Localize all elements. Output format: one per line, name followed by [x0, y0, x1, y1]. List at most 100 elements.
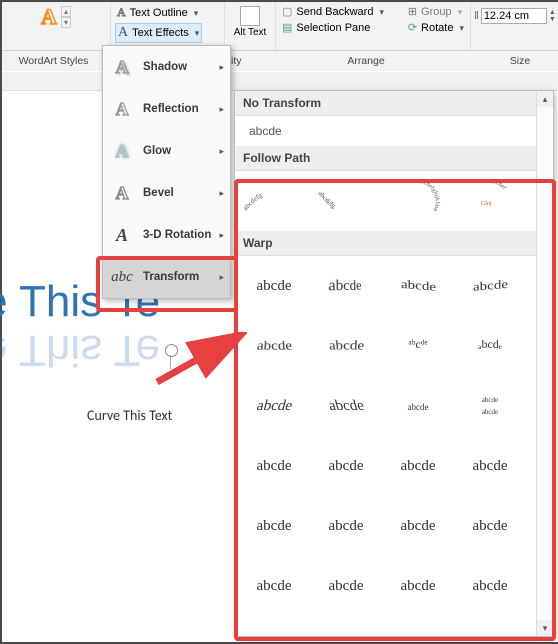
menu-shadow[interactable]: A Shadow ▸ — [103, 46, 230, 88]
ruler-horizontal — [2, 72, 558, 91]
text-outline-icon: A — [117, 5, 126, 20]
svg-text:abcde: abcde — [482, 396, 498, 404]
gallery-item-warp[interactable]: abcde — [385, 380, 451, 432]
svg-text:ₐbcdₑ: ₐbcdₑ — [478, 337, 502, 351]
svg-text:abcdef: abcdef — [490, 179, 508, 191]
spinner-up-icon[interactable]: ▲ — [549, 9, 556, 16]
group-icon: ⊞ — [408, 5, 417, 18]
gallery-scrollbar[interactable]: ▴ ▾ — [536, 91, 553, 636]
menu-transform[interactable]: abc Transform ▸ — [103, 256, 230, 298]
gallery-item-warp[interactable]: abcde — [385, 260, 451, 312]
gallery-item-warp[interactable]: abcde — [385, 500, 451, 552]
gallery-item-warp[interactable]: ₐbcdₑ — [457, 320, 523, 372]
svg-text:abcde: abcde — [482, 408, 498, 416]
svg-text:abcdefg: abcdefg — [244, 191, 264, 212]
gallery-item-warp[interactable]: abcde — [385, 560, 451, 612]
gallery-item-follow-path[interactable]: abcdefg — [313, 175, 379, 227]
gallery-item-warp[interactable]: abcde — [313, 320, 379, 372]
selection-pane-icon: ▤ — [282, 21, 292, 34]
gallery-item-warp[interactable]: abcde — [241, 320, 307, 372]
svg-text:abcde: abcde — [408, 402, 429, 412]
submenu-arrow-icon: ▸ — [219, 230, 224, 241]
transform-gallery: No Transform abcde Follow Path abcdefg a… — [234, 90, 554, 637]
scroll-track[interactable] — [537, 107, 553, 620]
gallery-item-warp[interactable]: abcde — [241, 560, 307, 612]
chevron-down-icon — [193, 27, 200, 39]
wordart-preview-a[interactable]: A — [41, 4, 57, 30]
transform-icon: abc — [111, 269, 133, 285]
shadow-icon: A — [116, 57, 129, 77]
arrange-label: Arrange — [252, 55, 480, 67]
submenu-arrow-icon: ▸ — [219, 146, 224, 157]
menu-reflection[interactable]: A Reflection ▸ — [103, 88, 230, 130]
text-outline-label: Text Outline — [130, 7, 188, 19]
gallery-item-warp[interactable]: abcde — [457, 560, 523, 612]
ribbon-group-labels: WordArt Styles bility Arrange Size — [2, 51, 558, 71]
body-text[interactable]: Curve This Text — [87, 407, 172, 424]
gallery-item-follow-path[interactable]: abcdefGhij — [457, 175, 523, 227]
menu-glow[interactable]: A Glow ▸ — [103, 130, 230, 172]
gallery-item-warp[interactable]: abcde — [457, 260, 523, 312]
chevron-up-icon[interactable]: ▴ — [61, 6, 71, 17]
chevron-down-icon — [456, 6, 463, 18]
gallery-item-follow-path[interactable]: abcdefg — [241, 175, 307, 227]
menu-label: Reflection — [143, 103, 211, 115]
send-backward-button[interactable]: ▢ Send Backward — [280, 4, 406, 19]
gallery-item-warp[interactable]: abcde abcde — [457, 380, 523, 432]
rotate-label: Rotate — [421, 22, 453, 34]
menu-bevel[interactable]: A Bevel ▸ — [103, 172, 230, 214]
gallery-item-warp[interactable]: abcde — [457, 500, 523, 552]
gallery-item-warp[interactable]: abcde — [241, 260, 307, 312]
submenu-arrow-icon: ▸ — [219, 62, 224, 73]
size-label: Size — [480, 55, 558, 67]
text-effects-icon: A — [118, 25, 128, 41]
send-backward-label: Send Backward — [296, 6, 373, 18]
ribbon: A ▴ ▾ A Text Outline A Text Effects Alt … — [2, 2, 558, 51]
spinner-down-icon[interactable]: ▼ — [549, 16, 556, 23]
group-label: Group — [421, 6, 452, 18]
gallery-item-warp[interactable]: abcde — [313, 500, 379, 552]
gallery-item-warp[interactable]: abcde — [457, 440, 523, 492]
scroll-up-icon[interactable]: ▴ — [537, 91, 553, 107]
chevron-down-icon[interactable]: ▾ — [61, 17, 71, 28]
gallery-item-warp[interactable]: abcde — [313, 260, 379, 312]
annotation-arrow — [147, 332, 247, 392]
text-outline-button[interactable]: A Text Outline — [115, 4, 200, 21]
glow-icon: A — [116, 141, 129, 161]
height-input[interactable] — [481, 8, 547, 24]
menu-3d-rotation[interactable]: A 3-D Rotation ▸ — [103, 214, 230, 256]
chevron-down-icon — [377, 6, 384, 18]
gallery-item-warp[interactable]: abcde — [241, 380, 307, 432]
chevron-down-icon — [192, 7, 199, 19]
gallery-item-warp[interactable]: abcde — [313, 440, 379, 492]
group-button[interactable]: ⊞ Group — [406, 4, 466, 19]
submenu-arrow-icon: ▸ — [219, 272, 224, 283]
menu-label: Transform — [143, 271, 211, 283]
gallery-item-warp[interactable]: ᵃᵇcᵈᵉ — [385, 320, 451, 372]
gallery-item-warp[interactable]: abcde — [313, 380, 379, 432]
selection-pane-button[interactable]: ▤ Selection Pane — [280, 20, 406, 35]
text-effects-button[interactable]: A Text Effects — [115, 23, 202, 43]
gallery-item-warp[interactable]: abcde — [313, 560, 379, 612]
text-effects-menu: A Shadow ▸ A Reflection ▸ A Glow ▸ A Bev… — [102, 45, 231, 299]
gallery-item-no-transform[interactable]: abcde — [235, 116, 553, 146]
menu-label: Bevel — [143, 187, 211, 199]
gallery-item-warp[interactable]: abcde — [241, 500, 307, 552]
alt-text-icon[interactable] — [240, 6, 260, 26]
submenu-arrow-icon: ▸ — [219, 104, 224, 115]
rotation-3d-icon: A — [116, 225, 128, 245]
gallery-header-warp: Warp — [235, 231, 553, 256]
bevel-icon: A — [116, 183, 129, 203]
svg-text:abcdefg: abcdefg — [316, 189, 337, 210]
svg-text:abcdefghijklmn: abcdefghijklmn — [418, 179, 440, 212]
menu-label: 3-D Rotation — [143, 229, 211, 241]
text-effects-label: Text Effects — [132, 27, 189, 39]
gallery-header-follow-path: Follow Path — [235, 146, 553, 171]
gallery-item-warp[interactable]: abcde — [241, 440, 307, 492]
gallery-item-warp[interactable]: abcde — [385, 440, 451, 492]
chevron-down-icon — [457, 22, 464, 34]
rotate-icon: ⟳ — [408, 21, 417, 34]
gallery-item-follow-path[interactable]: abcdefghijklmn — [385, 175, 451, 227]
scroll-down-icon[interactable]: ▾ — [537, 620, 553, 636]
rotate-button[interactable]: ⟳ Rotate — [406, 20, 466, 35]
